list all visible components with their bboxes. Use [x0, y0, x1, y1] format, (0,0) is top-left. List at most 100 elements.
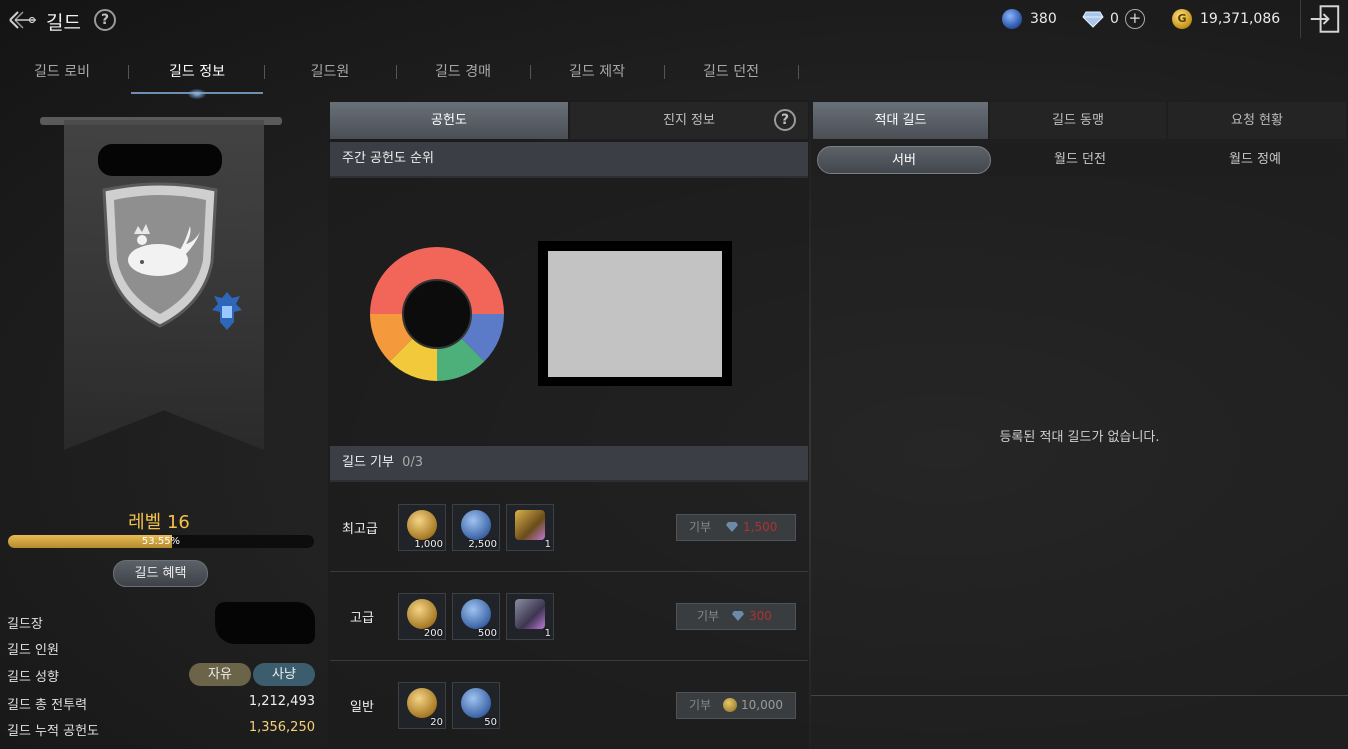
diamond-icon [1082, 11, 1104, 28]
diamond-icon [732, 611, 744, 621]
guild-members-row: 길드 인원 [7, 636, 315, 658]
tier-label: 고급 [350, 611, 374, 626]
guild-tendency-label: 길드 성향 [7, 670, 59, 685]
donate-cost: 10,000 [741, 698, 783, 712]
guild-donation-title: 길드 기부 [342, 455, 394, 470]
gold-currency: G 19,371,086 [1172, 9, 1280, 29]
guild-contribution-row: 길드 누적 공헌도 1,356,250 [7, 717, 315, 739]
tab-guild-dungeon[interactable]: 길드 던전 [688, 56, 774, 94]
item-count: 1 [544, 628, 551, 639]
item-count: 1 [544, 539, 551, 550]
blue-crystal-icon [1002, 9, 1022, 29]
gold-coin-icon: G [1172, 9, 1192, 29]
diamond-icon [726, 522, 738, 532]
guild-contribution-value: 1,356,250 [248, 720, 315, 735]
purple-chest-icon [515, 599, 545, 629]
guild-power-label: 길드 총 전투력 [7, 698, 88, 713]
item-count: 20 [430, 717, 443, 728]
tab-divider [128, 65, 129, 79]
exit-icon[interactable] [1300, 0, 1348, 38]
donate-advanced-button[interactable]: 기부 300 [676, 603, 796, 630]
gold-medal-icon [407, 599, 437, 629]
tier-label: 최고급 [342, 522, 378, 537]
camp-help-icon[interactable]: ? [774, 109, 796, 131]
tab-camp-info[interactable]: 진지 정보 [570, 102, 808, 139]
panel-divider [811, 695, 1348, 696]
tab-guild-crafting[interactable]: 길드 제작 [554, 56, 640, 94]
guild-members-label: 길드 인원 [7, 643, 59, 658]
top-bar: 길드 ? 380 0 + G 19,371,086 [0, 0, 1348, 42]
donation-tier-premium: 최고급 1,000 2,500 1 기부 1,500 [330, 484, 808, 572]
tab-request-status[interactable]: 요청 현황 [1168, 102, 1346, 139]
guild-xp-bar: 53.55% [8, 535, 314, 548]
tier-label: 일반 [350, 700, 374, 715]
item-count: 2,500 [468, 539, 497, 550]
gold-medal-item[interactable]: 20 [398, 682, 446, 729]
blue-medal-icon [461, 510, 491, 540]
empty-hostile-message: 등록된 적대 길드가 없습니다. [999, 430, 1160, 445]
gold-medal-item[interactable]: 200 [398, 593, 446, 640]
donate-cost: 300 [749, 609, 772, 623]
tab-guild-lobby[interactable]: 길드 로비 [20, 56, 104, 94]
guild-leader-row: 길드장 [7, 602, 315, 644]
blue-rank-emblem-icon [212, 292, 242, 330]
tab-divider [264, 65, 265, 79]
donate-label: 기부 [697, 609, 720, 623]
diamond-currency: 0 + [1082, 9, 1145, 29]
tab-contribution[interactable]: 공헌도 [330, 102, 568, 139]
donate-label: 기부 [689, 698, 712, 712]
donate-premium-button[interactable]: 기부 1,500 [676, 514, 796, 541]
guild-emblem-shield [102, 182, 218, 328]
guild-xp-percent: 53.55% [141, 536, 181, 547]
guild-tendency-row: 길드 성향 자유 사냥 [7, 663, 315, 686]
donate-cost: 1,500 [743, 520, 778, 534]
blue-medal-icon [461, 688, 491, 718]
tab-guild-alliance[interactable]: 길드 동맹 [990, 102, 1166, 139]
contribution-panel: 공헌도 진지 정보 ? 주간 공헌도 순위 길드 기부 0/3 최고급 1,00… [328, 100, 809, 749]
item-count: 200 [423, 628, 443, 639]
back-icon[interactable] [6, 6, 38, 34]
tab-guild-members[interactable]: 길드원 [290, 56, 370, 94]
tendency-tag-hunt: 사냥 [253, 663, 315, 686]
guild-donation-count: 0/3 [402, 455, 424, 470]
guild-donation-heading: 길드 기부 0/3 [330, 446, 808, 482]
main-tab-bar: 길드 로비 길드 정보 길드원 길드 경매 길드 제작 길드 던전 [0, 56, 820, 99]
item-count: 1,000 [414, 539, 443, 550]
treasure-chest-item[interactable]: 1 [506, 593, 554, 640]
help-icon[interactable]: ? [94, 9, 116, 31]
add-diamond-button[interactable]: + [1124, 9, 1145, 29]
page-title: 길드 [46, 12, 81, 34]
blue-currency: 380 [1002, 9, 1057, 29]
blue-medal-icon [461, 599, 491, 629]
tab-divider [664, 65, 665, 79]
tab-hostile-guild[interactable]: 적대 길드 [813, 102, 988, 139]
guild-level: 레벨 16 [128, 512, 190, 533]
blue-medal-item[interactable]: 50 [452, 682, 500, 729]
guild-benefit-button[interactable]: 길드 혜택 [113, 560, 208, 587]
donate-normal-button[interactable]: 기부 10,000 [676, 692, 796, 719]
tab-guild-info[interactable]: 길드 정보 [131, 56, 263, 99]
treasure-chest-item[interactable]: 1 [506, 504, 554, 551]
donate-label: 기부 [689, 520, 712, 534]
tab-divider [396, 65, 397, 79]
gold-medal-item[interactable]: 1,000 [398, 504, 446, 551]
segment-world-elite[interactable]: 월드 정예 [1169, 146, 1341, 174]
gold-coin-icon [723, 698, 737, 712]
ranking-placeholder-fill [548, 251, 722, 377]
guild-power-row: 길드 총 전투력 1,212,493 [7, 691, 315, 713]
donut-center [402, 279, 472, 349]
gold-chest-icon [515, 510, 545, 540]
scope-segment-bar: 서버 월드 던전 월드 정예 [815, 144, 1343, 176]
guild-contribution-label: 길드 누적 공헌도 [7, 724, 99, 739]
tab-divider [798, 65, 799, 79]
weekly-ranking-heading: 주간 공헌도 순위 [330, 142, 808, 178]
segment-server[interactable]: 서버 [817, 146, 991, 174]
blue-medal-item[interactable]: 2,500 [452, 504, 500, 551]
blue-medal-item[interactable]: 500 [452, 593, 500, 640]
blue-currency-value: 380 [1030, 11, 1057, 27]
guild-relations-panel: 적대 길드 길드 동맹 요청 현황 서버 월드 던전 월드 정예 등록된 적대 … [811, 100, 1348, 749]
segment-world-dungeon[interactable]: 월드 던전 [993, 146, 1167, 174]
tendency-tag-free: 자유 [189, 663, 251, 686]
donation-tier-advanced: 고급 200 500 1 기부 300 [330, 573, 808, 661]
tab-guild-auction[interactable]: 길드 경매 [420, 56, 506, 94]
